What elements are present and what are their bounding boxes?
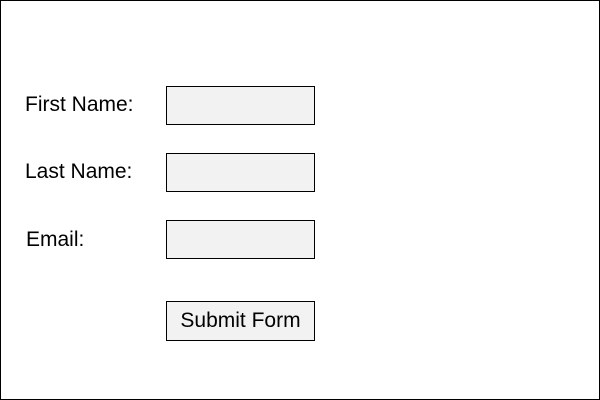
submit-form-button[interactable]: Submit Form	[166, 301, 315, 341]
last-name-label: Last Name:	[25, 160, 133, 183]
email-label: Email:	[26, 228, 85, 251]
last-name-field[interactable]	[166, 153, 315, 192]
email-field[interactable]	[166, 220, 315, 259]
form-window: First Name: Last Name: Email: Submit For…	[0, 0, 600, 400]
first-name-field[interactable]	[166, 86, 315, 125]
first-name-label: First Name:	[25, 93, 134, 116]
